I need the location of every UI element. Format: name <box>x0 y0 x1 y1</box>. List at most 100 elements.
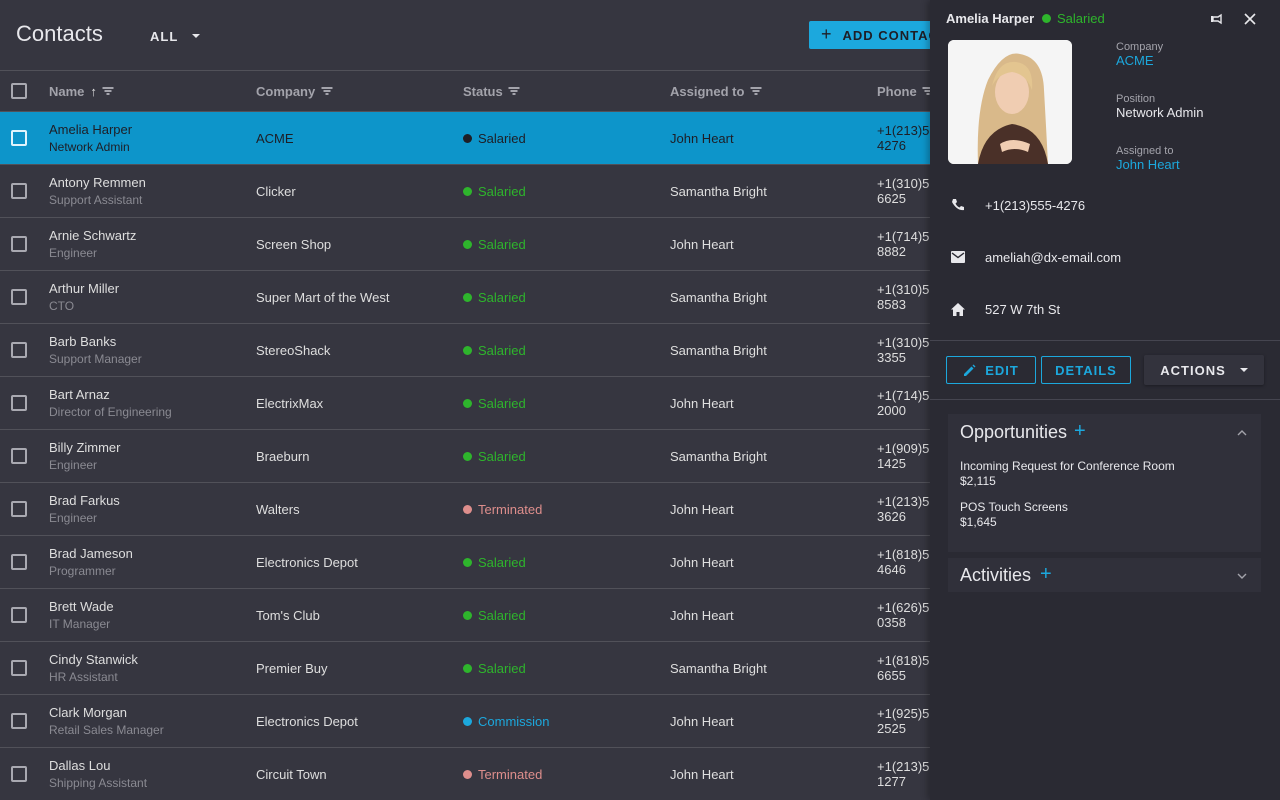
close-icon <box>1244 13 1256 25</box>
activities-title: Activities <box>960 565 1032 585</box>
company-cell: Super Mart of the West <box>256 289 390 305</box>
row-select-cell <box>11 695 27 747</box>
table-row[interactable]: Bart Arnaz Director of Engineering Electr… <box>0 377 948 430</box>
phone-icon <box>950 197 966 213</box>
row-select-cell <box>11 112 27 164</box>
contact-position: Support Assistant <box>49 193 143 207</box>
table-row[interactable]: Antony Remmen Support Assistant Clicker S… <box>0 165 948 218</box>
row-checkbox[interactable] <box>11 183 27 199</box>
row-checkbox[interactable] <box>11 236 27 252</box>
plus-icon: + <box>821 23 833 44</box>
table-row[interactable]: Clark Morgan Retail Sales Manager Electro… <box>0 695 948 748</box>
filter-icon[interactable] <box>321 87 333 95</box>
status-dot-icon <box>463 610 472 620</box>
add-opportunity-button[interactable]: + <box>1074 420 1086 443</box>
assigned-label: Assigned to <box>1116 145 1174 157</box>
table-row[interactable]: Cindy Stanwick HR Assistant Premier Buy S… <box>0 642 948 695</box>
column-header-phone[interactable]: Phone <box>877 71 934 111</box>
edit-button[interactable]: EDIT <box>946 356 1036 384</box>
row-checkbox[interactable] <box>11 766 27 782</box>
table-row[interactable]: Billy Zimmer Engineer Braeburn Salaried S… <box>0 430 948 483</box>
filter-icon[interactable] <box>750 87 762 95</box>
contact-position: IT Manager <box>49 617 111 631</box>
status-cell: Salaried <box>463 589 526 641</box>
chevron-down-icon[interactable] <box>1237 571 1247 581</box>
add-activity-button[interactable]: + <box>1040 563 1052 586</box>
company-cell: Electronics Depot <box>256 554 358 570</box>
sort-ascending-icon: ↑ <box>90 83 97 99</box>
status-text: Salaried <box>478 448 526 464</box>
select-all-checkbox[interactable] <box>11 83 27 99</box>
column-header-assigned-label: Assigned to <box>670 83 745 99</box>
name-cell: Brett Wade IT Manager <box>49 589 114 641</box>
assigned-cell: Samantha Bright <box>670 448 767 464</box>
contact-name: Arnie Schwartz <box>49 228 137 243</box>
contact-position: HR Assistant <box>49 670 118 684</box>
status-cell: Salaried <box>463 430 526 482</box>
column-header-company[interactable]: Company <box>256 71 333 111</box>
pin-panel-button[interactable] <box>1208 10 1226 28</box>
column-header-assigned[interactable]: Assigned to <box>670 71 762 111</box>
opportunity-name[interactable]: Incoming Request for Conference Room <box>960 459 1175 473</box>
contact-name: Barb Banks <box>49 334 117 349</box>
close-panel-button[interactable] <box>1241 10 1259 28</box>
row-select-cell <box>11 218 27 270</box>
name-cell: Antony Remmen Support Assistant <box>49 165 146 217</box>
row-checkbox[interactable] <box>11 289 27 305</box>
filter-icon[interactable] <box>508 87 520 95</box>
actions-dropdown-button[interactable]: ACTIONS <box>1144 355 1264 385</box>
address-line: 527 W 7th St <box>950 299 1060 319</box>
table-row[interactable]: Arthur Miller CTO Super Mart of the West … <box>0 271 948 324</box>
row-checkbox[interactable] <box>11 554 27 570</box>
row-select-cell <box>11 589 27 641</box>
phone-value[interactable]: +1(213)555-4276 <box>985 198 1085 213</box>
table-row[interactable]: Brett Wade IT Manager Tom's Club Salaried… <box>0 589 948 642</box>
table-row[interactable]: Arnie Schwartz Engineer Screen Shop Salar… <box>0 218 948 271</box>
contact-name: Amelia Harper <box>49 122 133 137</box>
company-cell: ElectrixMax <box>256 395 324 411</box>
table-row[interactable]: Dallas Lou Shipping Assistant Circuit Tow… <box>0 748 948 800</box>
chevron-up-icon[interactable] <box>1237 428 1247 438</box>
status-dot-icon <box>463 345 472 355</box>
panel-status-badge: Salaried <box>1042 11 1105 26</box>
status-cell: Salaried <box>463 324 526 376</box>
row-select-cell <box>11 430 27 482</box>
company-cell: Tom's Club <box>256 607 320 623</box>
contacts-filter-dropdown[interactable]: ALL <box>142 22 208 50</box>
company-cell: Circuit Town <box>256 766 327 782</box>
details-button[interactable]: DETAILS <box>1041 356 1131 384</box>
table-row[interactable]: Brad Farkus Engineer Walters Terminated J… <box>0 483 948 536</box>
contact-position: Engineer <box>49 246 98 260</box>
status-cell: Terminated <box>463 483 542 535</box>
row-checkbox[interactable] <box>11 660 27 676</box>
company-link[interactable]: ACME <box>1116 53 1154 68</box>
assigned-cell: John Heart <box>670 236 734 252</box>
row-checkbox[interactable] <box>11 501 27 517</box>
status-text: Salaried <box>478 660 526 676</box>
email-line: ameliah@dx-email.com <box>950 247 1121 267</box>
opportunity-name[interactable]: POS Touch Screens <box>960 500 1068 514</box>
filter-icon[interactable] <box>102 87 114 95</box>
row-checkbox[interactable] <box>11 395 27 411</box>
contact-photo <box>948 40 1072 164</box>
company-cell: Clicker <box>256 183 296 199</box>
column-header-name[interactable]: Name ↑ <box>49 71 114 111</box>
row-checkbox[interactable] <box>11 130 27 146</box>
caret-down-icon <box>1239 368 1248 372</box>
status-dot-icon <box>463 133 472 143</box>
table-row[interactable]: Barb Banks Support Manager StereoShack Sa… <box>0 324 948 377</box>
email-value[interactable]: ameliah@dx-email.com <box>985 250 1121 265</box>
contact-position: CTO <box>49 299 75 313</box>
row-checkbox[interactable] <box>11 342 27 358</box>
row-checkbox[interactable] <box>11 607 27 623</box>
company-cell: ACME <box>256 130 294 146</box>
column-header-status[interactable]: Status <box>463 71 520 111</box>
row-checkbox[interactable] <box>11 713 27 729</box>
select-all-cell <box>11 71 27 111</box>
assigned-cell: John Heart <box>670 501 734 517</box>
table-row[interactable]: Brad Jameson Programmer Electronics Depot… <box>0 536 948 589</box>
column-header-company-label: Company <box>256 83 316 99</box>
assigned-link[interactable]: John Heart <box>1116 157 1180 172</box>
table-row[interactable]: Amelia Harper Network Admin ACME Salaried… <box>0 112 948 165</box>
row-checkbox[interactable] <box>11 448 27 464</box>
